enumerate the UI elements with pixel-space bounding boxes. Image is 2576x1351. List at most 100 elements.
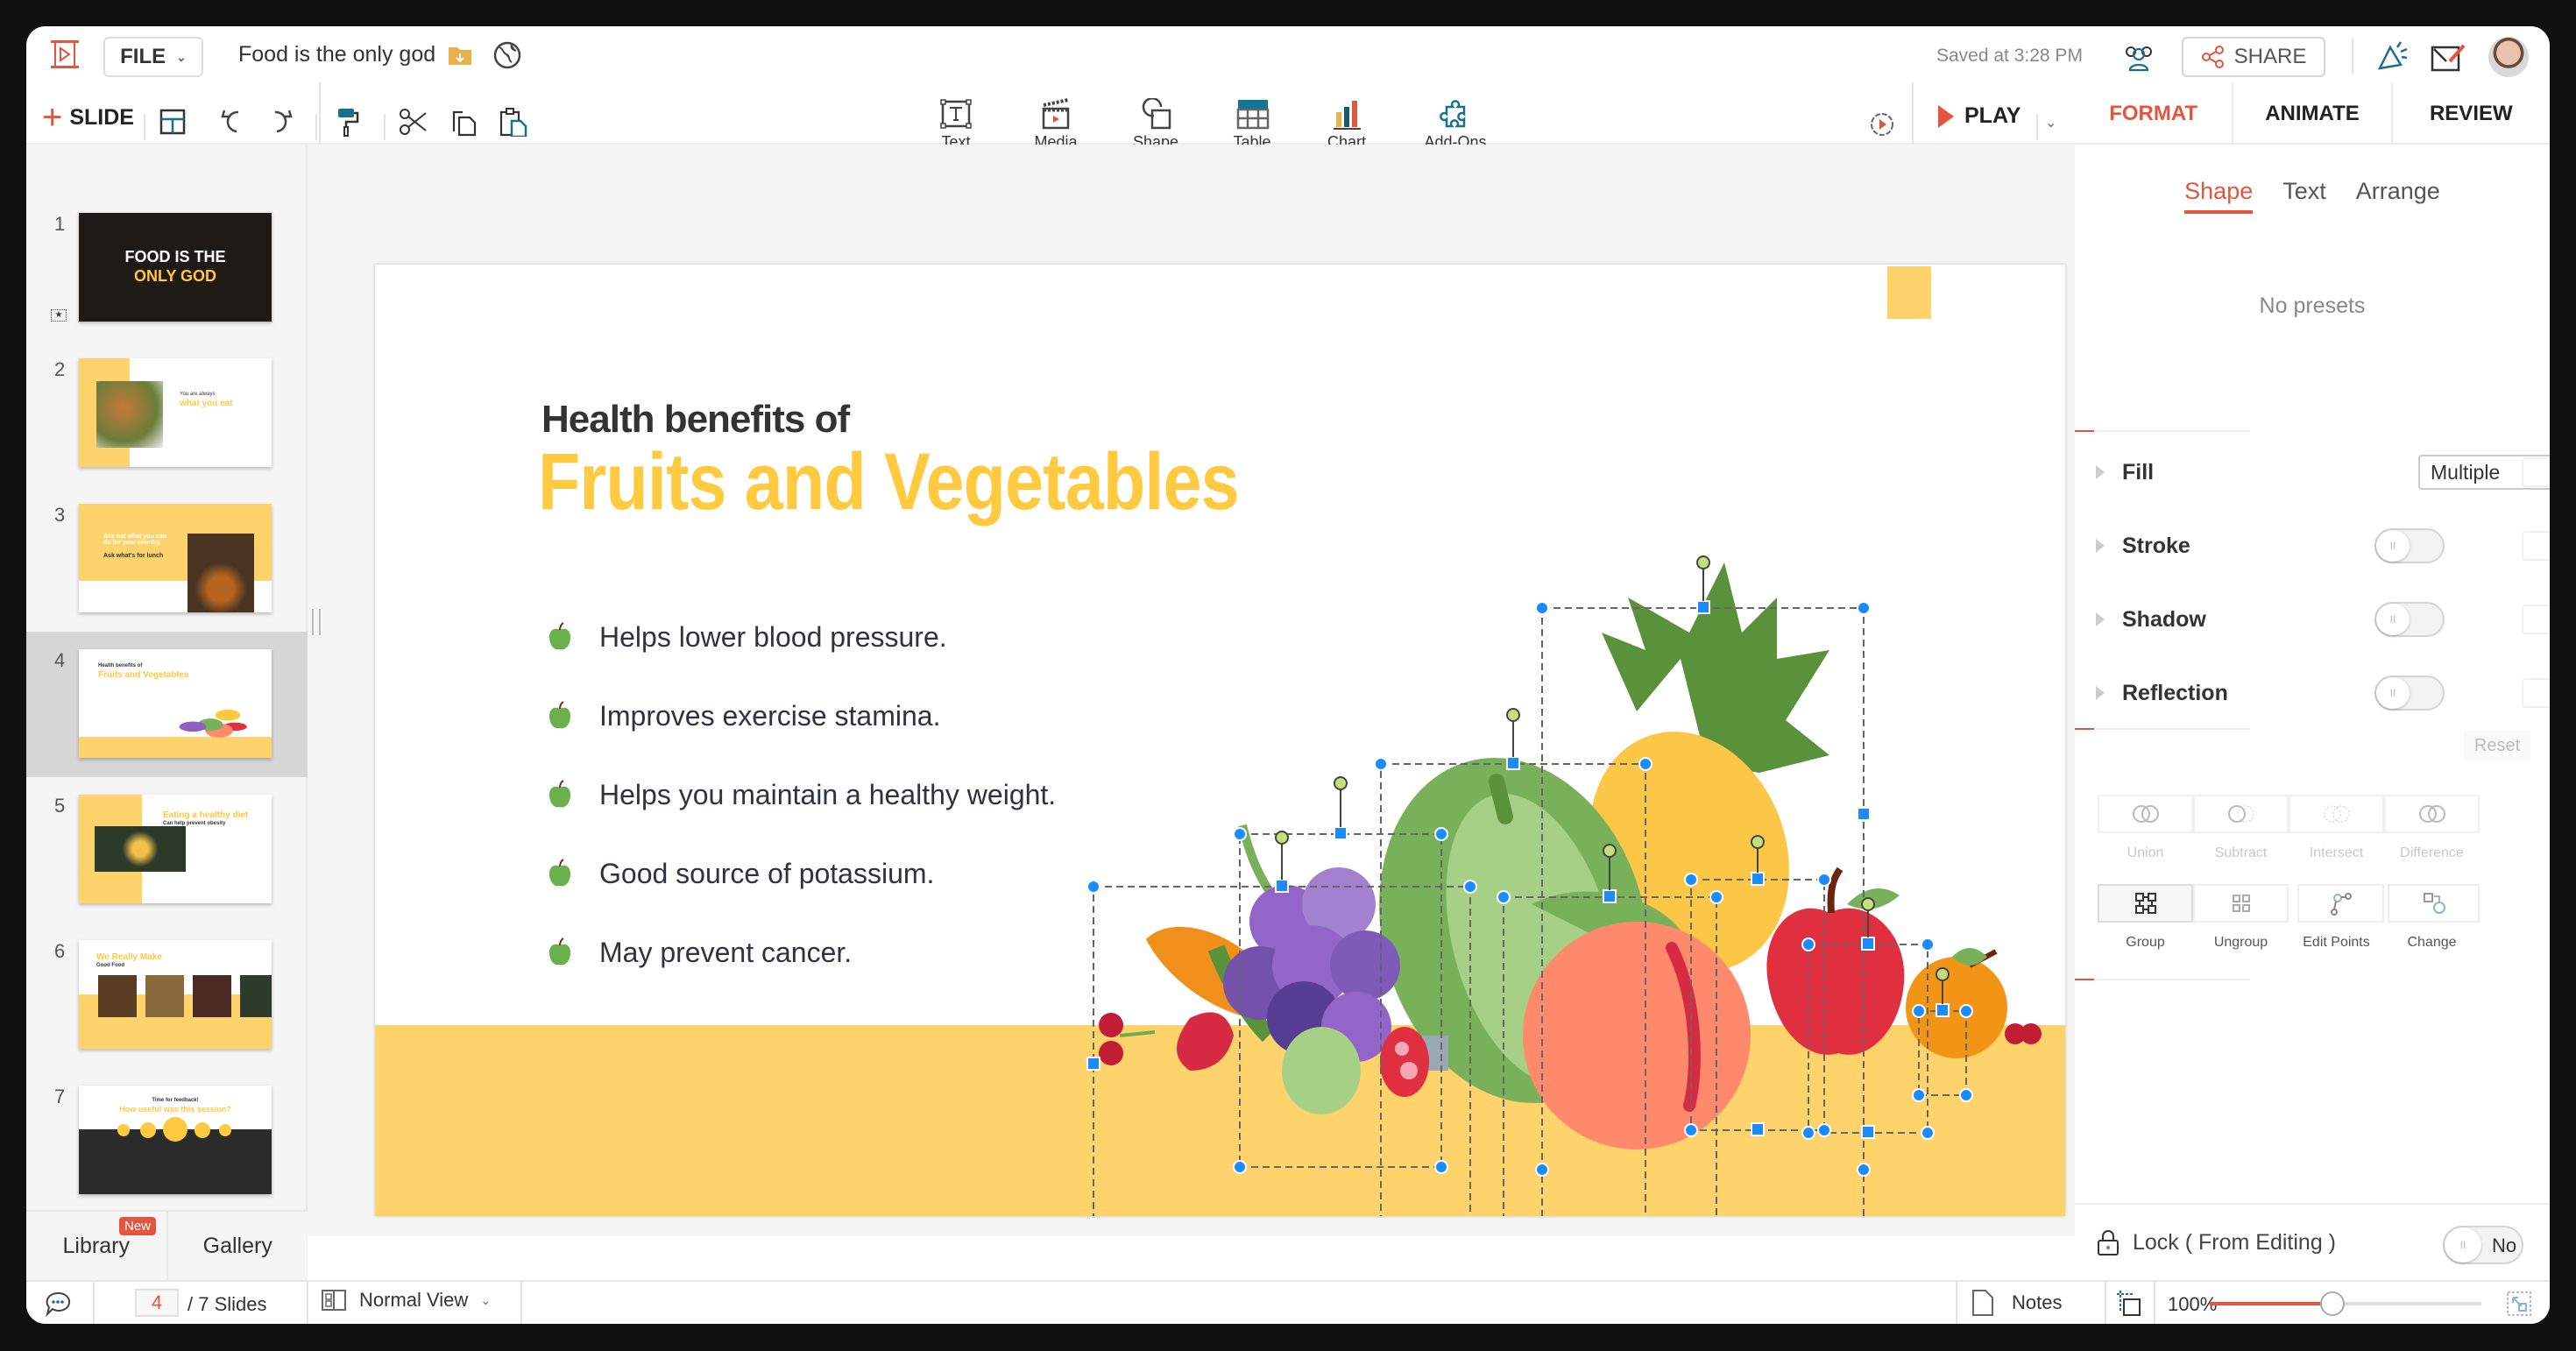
insert-shape-button[interactable]: Shape bbox=[1116, 98, 1195, 152]
fill-value: Multiple bbox=[2431, 460, 2501, 484]
thumb-title: Health benefits of bbox=[98, 663, 143, 668]
pear-shape[interactable] bbox=[1282, 1027, 1361, 1114]
tab-animate[interactable]: ANIMATE bbox=[2232, 82, 2390, 145]
union-button[interactable]: Union bbox=[2098, 795, 2193, 861]
notes-icon bbox=[1972, 1290, 1993, 1316]
file-menu-button[interactable]: FILE ⌄ bbox=[103, 37, 203, 77]
fruit-illustration-group[interactable] bbox=[375, 265, 2065, 1216]
chat-icon[interactable] bbox=[44, 1291, 74, 1319]
insert-text-button[interactable]: Text bbox=[916, 98, 995, 152]
zoom-slider[interactable] bbox=[2210, 1291, 2481, 1316]
fill-label: Fill bbox=[2122, 459, 2155, 485]
folder-icon[interactable] bbox=[447, 44, 473, 67]
insert-table-button[interactable]: Table bbox=[1213, 98, 1292, 152]
reflection-preset-icon[interactable] bbox=[2522, 678, 2550, 708]
edit-points-button[interactable]: Edit Points bbox=[2289, 884, 2384, 951]
library-button[interactable]: Library New bbox=[26, 1212, 166, 1280]
gallery-button[interactable]: Gallery bbox=[166, 1212, 308, 1280]
fit-to-screen-icon[interactable] bbox=[2115, 1289, 2143, 1317]
copy-icon[interactable] bbox=[449, 107, 478, 137]
stroke-row[interactable]: Stroke II bbox=[2096, 520, 2550, 572]
notes-button[interactable]: Notes bbox=[1971, 1289, 2062, 1317]
slide-thumbnail-6[interactable]: We Really Make Good Food bbox=[79, 940, 272, 1049]
ungroup-icon bbox=[2232, 895, 2250, 912]
insert-media-button[interactable]: Media bbox=[1016, 98, 1095, 152]
shadow-row[interactable]: Shadow II bbox=[2096, 593, 2550, 646]
slide-4[interactable]: Health benefits of Fruits and Vegetables… bbox=[375, 265, 2065, 1216]
text-box-icon bbox=[940, 99, 972, 129]
shadow-preset-icon[interactable] bbox=[2522, 605, 2550, 634]
redo-icon[interactable] bbox=[266, 107, 296, 137]
expand-arrow-icon[interactable] bbox=[2096, 686, 2105, 700]
tab-format[interactable]: FORMAT bbox=[2075, 82, 2232, 145]
small-cherries-shape[interactable] bbox=[2005, 1023, 2042, 1044]
subtab-text[interactable]: Text bbox=[2282, 178, 2326, 214]
app-logo-icon[interactable] bbox=[47, 39, 82, 70]
paste-icon[interactable] bbox=[498, 107, 527, 137]
tab-review[interactable]: REVIEW bbox=[2390, 82, 2550, 145]
expand-arrow-icon[interactable] bbox=[2096, 539, 2105, 553]
globe-icon[interactable] bbox=[492, 40, 522, 70]
user-avatar[interactable] bbox=[2488, 37, 2529, 77]
format-painter-icon[interactable] bbox=[333, 107, 363, 137]
announcement-icon[interactable] bbox=[2374, 40, 2410, 74]
cherries-shape[interactable] bbox=[1099, 1013, 1156, 1065]
expand-arrow-icon[interactable] bbox=[2096, 465, 2105, 479]
difference-button[interactable]: Difference bbox=[2384, 795, 2480, 861]
stroke-color-swatch[interactable] bbox=[2522, 531, 2550, 561]
view-mode-dropdown[interactable]: Normal View ⌄ bbox=[321, 1289, 491, 1312]
no-presets-text: No presets bbox=[2259, 294, 2366, 318]
share-button[interactable]: SHARE bbox=[2182, 37, 2325, 77]
play-options-chevron-icon[interactable]: ⌄ bbox=[2045, 114, 2056, 131]
insert-addons-button[interactable]: Add-Ons bbox=[1416, 98, 1495, 152]
presentation-app: FILE ⌄ Food is the only god Saved at 3:28… bbox=[26, 26, 2550, 1324]
feedback-icon[interactable] bbox=[2431, 42, 2467, 72]
fill-color-swatch[interactable] bbox=[2522, 457, 2550, 487]
subtract-button[interactable]: Subtract bbox=[2193, 795, 2289, 861]
undo-icon[interactable] bbox=[217, 107, 247, 137]
slide-thumbnail-5[interactable]: Eating a healthy diet Can help prevent o… bbox=[79, 795, 272, 903]
chevron-down-icon: ⌄ bbox=[176, 49, 187, 64]
group-button[interactable]: Group bbox=[2098, 884, 2193, 951]
cut-icon[interactable] bbox=[398, 107, 428, 137]
strawberry-shape[interactable] bbox=[1177, 1012, 1234, 1071]
slide-thumbnail-1[interactable]: FOOD IS THE ONLY GOD bbox=[79, 213, 272, 322]
collaborators-icon[interactable] bbox=[2120, 42, 2157, 72]
fullscreen-icon[interactable] bbox=[2506, 1291, 2532, 1317]
change-shape-button[interactable]: Change bbox=[2384, 884, 2480, 951]
group-label: Group bbox=[2126, 935, 2165, 950]
intersect-button[interactable]: Intersect bbox=[2289, 795, 2384, 861]
stroke-toggle[interactable]: II bbox=[2374, 528, 2445, 563]
panel-resize-handle[interactable] bbox=[312, 609, 321, 635]
slide-thumbnail-7[interactable]: Time for feedback! How useful was this s… bbox=[79, 1086, 272, 1194]
slide-thumbnail-4[interactable]: Health benefits of Fruits and Vegetables bbox=[79, 649, 272, 758]
reset-button[interactable]: Reset bbox=[2464, 730, 2530, 761]
intersect-label: Intersect bbox=[2309, 845, 2364, 860]
normal-view-icon bbox=[322, 1290, 346, 1311]
orange-shape[interactable] bbox=[1906, 948, 2007, 1058]
expand-arrow-icon[interactable] bbox=[2096, 612, 2105, 626]
fill-row[interactable]: Fill Multiple⌄ bbox=[2096, 446, 2550, 499]
play-button[interactable]: PLAY bbox=[1938, 103, 2020, 129]
lock-toggle[interactable]: II No bbox=[2443, 1226, 2523, 1264]
slide-thumbnail-3[interactable]: Ask not what you can do for your country… bbox=[79, 504, 272, 612]
current-slide-input[interactable]: 4 bbox=[135, 1289, 179, 1317]
play-label: PLAY bbox=[1964, 103, 2021, 128]
mushroom-shape[interactable] bbox=[1380, 1027, 1448, 1097]
plus-icon: + bbox=[42, 98, 63, 137]
ungroup-button[interactable]: Ungroup bbox=[2193, 884, 2289, 951]
document-title[interactable]: Food is the only god bbox=[238, 42, 435, 67]
zoom-slider-handle[interactable] bbox=[2319, 1291, 2345, 1316]
apple-shape[interactable] bbox=[1766, 866, 1905, 1055]
subtab-shape[interactable]: Shape bbox=[2184, 178, 2254, 214]
insert-chart-button[interactable]: Chart bbox=[1307, 98, 1386, 152]
reflection-toggle[interactable]: II bbox=[2374, 676, 2445, 711]
slide-thumbnail-2[interactable]: You are always what you eat bbox=[79, 358, 272, 467]
add-slide-button[interactable]: + SLIDE bbox=[42, 100, 134, 135]
play-settings-icon[interactable] bbox=[1866, 109, 1898, 140]
reflection-row[interactable]: Reflection II bbox=[2096, 667, 2550, 719]
shadow-toggle[interactable]: II bbox=[2374, 602, 2445, 637]
layout-icon[interactable] bbox=[158, 107, 188, 137]
gallery-label: Gallery bbox=[202, 1233, 272, 1258]
subtab-arrange[interactable]: Arrange bbox=[2356, 178, 2440, 214]
